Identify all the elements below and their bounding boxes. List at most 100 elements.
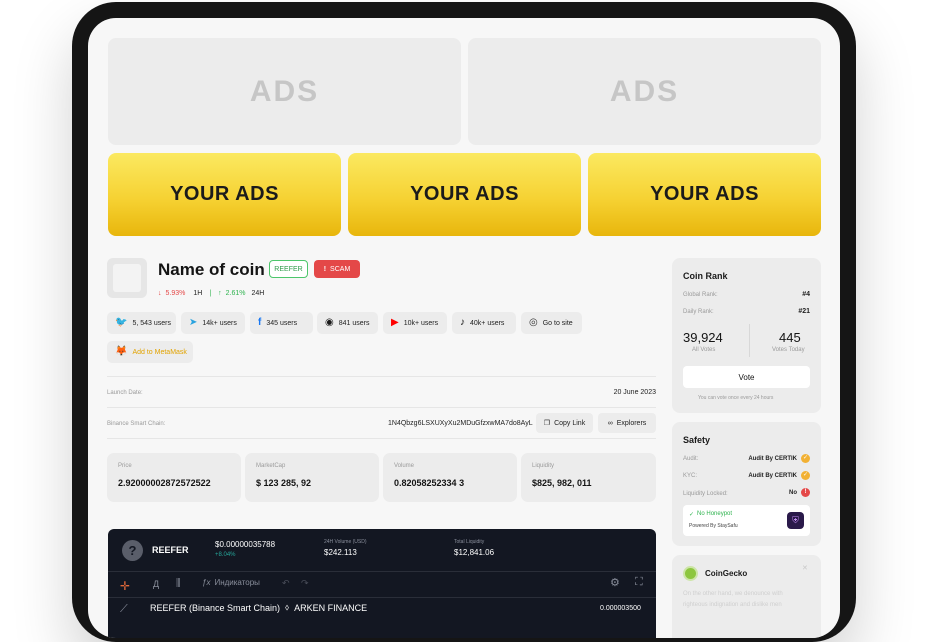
honeypot-status: ✓ No Honeypot [689, 511, 732, 518]
explorers-button[interactable]: ∞ Explorers [598, 413, 656, 433]
explorers-label: Explorers [616, 419, 647, 427]
chart-volume-value: $242.113 [324, 548, 357, 557]
your-ads-label: YOUR ADS [170, 183, 279, 205]
stat-volume: Volume 0.82058252334 3 [383, 453, 517, 502]
audit-value: Audit By CERTIK ✓ [748, 454, 810, 463]
chart-token: REEFER [152, 545, 189, 555]
divider-line [107, 407, 656, 408]
audit-label: Audit: [683, 456, 699, 462]
chart-pair-title: REEFER (Binance Smart Chain) ⬨ ARKEN FIN… [150, 602, 367, 613]
social-tiktok[interactable]: ♪ 40k+ users [452, 312, 516, 334]
globe-icon: ◎ [529, 317, 538, 328]
launch-date-value: 20 June 2023 [613, 389, 656, 396]
ad-slot-2-label: ADS [609, 74, 680, 108]
indicators-button[interactable]: ƒx Индикаторы [202, 578, 260, 587]
exchange-icon: ⬨ [285, 602, 290, 612]
social-discord[interactable]: ◉ 841 users [317, 312, 378, 334]
drawing-tool-button[interactable]: Д [153, 579, 159, 589]
arrow-up-icon: ↑ [218, 290, 222, 297]
copy-icon: ❐ [543, 420, 551, 427]
exchange-name: ARKEN FINANCE [294, 602, 368, 613]
certik-icon: ✓ [801, 454, 810, 463]
go-to-site-button[interactable]: ◎ Go to site [521, 312, 582, 334]
liquidity-locked-label: Liquidity Locked: [683, 491, 728, 497]
coin-rank-panel: Coin Rank Global Rank: #4 Daily Rank: #2… [672, 258, 821, 413]
stat-value: $ 123 285, 92 [256, 478, 312, 488]
candles-icon[interactable]: ⫼ [176, 578, 181, 589]
trend-line-icon[interactable]: ⟋ [120, 603, 128, 616]
stat-label: Volume [394, 463, 415, 469]
your-ads-banner-1[interactable]: YOUR ADS [108, 153, 341, 236]
coingecko-text-2: righteous indignation and dislike men [683, 602, 782, 608]
chart-divider [108, 571, 656, 572]
coin-rank-title: Coin Rank [683, 271, 728, 281]
token-help-icon: ? [122, 540, 143, 561]
youtube-users: 10k+ users [403, 319, 439, 327]
today-votes-count: 445 [779, 330, 801, 345]
chain-label: Binance Smart Chain: [107, 421, 166, 427]
honeypot-card[interactable]: ✓ No Honeypot Powered By StaySafu ⛨ [683, 505, 810, 536]
chart-volume-label: 24H Volume (USD) [324, 539, 367, 545]
votes-divider [749, 324, 750, 357]
coin-name: Name of coin [158, 260, 265, 279]
price-changes: ↓ 5.93% 1H | ↑ 2.61% 24H [158, 290, 264, 297]
vote-button[interactable]: Vote [683, 366, 810, 388]
check-icon: ✓ [689, 512, 695, 518]
scam-badge-label: SCAM [330, 265, 351, 273]
telegram-icon: ➤ [189, 317, 198, 328]
coingecko-text-1: On the other hand, we denounce with [683, 591, 783, 597]
ad-slot-1[interactable]: ADS [108, 38, 461, 145]
safety-panel: Safety Audit: Audit By CERTIK ✓ KYC: Aud… [672, 422, 821, 546]
kyc-label: KYC: [683, 473, 698, 479]
kyc-value-text: Audit By CERTIK [748, 472, 797, 479]
your-ads-label: YOUR ADS [410, 183, 519, 205]
metamask-icon: 🦊 [115, 346, 128, 357]
alert-icon: ! [801, 488, 810, 497]
discord-users: 841 users [338, 319, 370, 327]
safety-title: Safety [683, 435, 711, 445]
your-ads-banner-2[interactable]: YOUR ADS [348, 153, 581, 236]
certik-icon: ✓ [801, 471, 810, 480]
crosshair-icon[interactable]: ✛ [120, 579, 130, 593]
ad-slot-2[interactable]: ADS [468, 38, 821, 145]
vote-note: You can vote once every 24 hours [698, 395, 774, 401]
scam-badge: ! SCAM [314, 260, 360, 278]
close-icon[interactable]: ✕ [802, 564, 808, 572]
label-1h: 1H [193, 290, 203, 297]
your-ads-label: YOUR ADS [650, 183, 759, 205]
social-youtube[interactable]: ▶ 10k+ users [383, 312, 447, 334]
undo-icon[interactable]: ↶ [282, 578, 290, 589]
facebook-users: 345 users [266, 319, 298, 327]
go-to-site-label: Go to site [542, 319, 573, 327]
copy-link-button[interactable]: ❐ Copy Link [536, 413, 593, 433]
social-facebook[interactable]: f 345 users [250, 312, 313, 334]
ad-slot-1-label: ADS [249, 74, 320, 108]
stat-value: 0.82058252334 3 [394, 478, 465, 488]
metamask-label: Add to MetaMask [132, 348, 187, 356]
divider-line [107, 438, 656, 439]
telegram-users: 14k+ users [202, 319, 237, 327]
liquidity-locked-value: No ! [789, 488, 810, 497]
daily-rank-label: Daily Rank: [683, 309, 714, 315]
chart-price-change: +8.04% [215, 552, 236, 558]
youtube-icon: ▶ [391, 317, 399, 328]
today-votes-label: Votes Today [772, 347, 805, 353]
redo-icon[interactable]: ↷ [301, 578, 309, 589]
add-to-metamask-button[interactable]: 🦊 Add to MetaMask [107, 341, 193, 363]
social-twitter[interactable]: 🐦 5, 543 users [107, 312, 176, 334]
change-24h: 2.61% [225, 290, 246, 297]
price-chart-widget[interactable]: ? REEFER $0.00000035788 +8.04% 24H Volum… [108, 529, 656, 638]
twitter-icon: 🐦 [115, 317, 128, 328]
your-ads-banner-3[interactable]: YOUR ADS [588, 153, 821, 236]
settings-icon[interactable]: ⚙ [610, 576, 620, 589]
tiktok-users: 40k+ users [470, 319, 505, 327]
chart-price: $0.00000035788 [215, 540, 276, 549]
social-telegram[interactable]: ➤ 14k+ users [181, 312, 245, 334]
change-1h: 5.93% [165, 290, 186, 297]
powered-by: Powered By StaySafu [689, 523, 738, 529]
contract-address: 1N4Qbzg6LSXUXyXu2MDuGfzxwMA7do8AyL [388, 420, 533, 427]
chart-liquidity-value: $12,841.06 [454, 548, 495, 557]
fullscreen-icon[interactable]: ⛶ [635, 576, 643, 589]
stat-value: $825, 982, 011 [532, 478, 592, 488]
kyc-value: Audit By CERTIK ✓ [748, 471, 810, 480]
